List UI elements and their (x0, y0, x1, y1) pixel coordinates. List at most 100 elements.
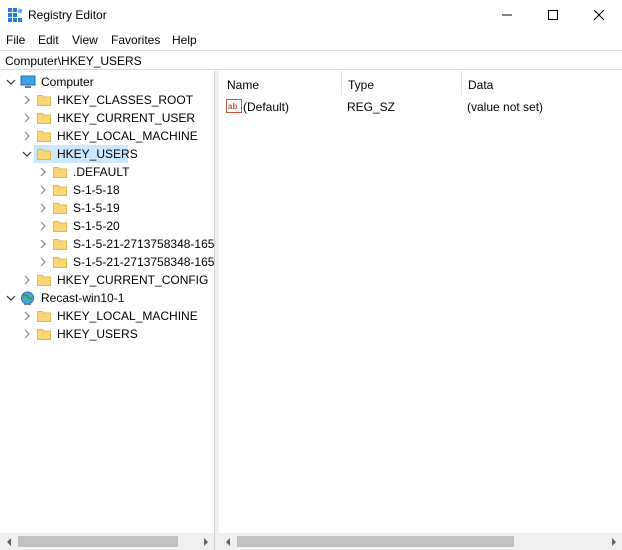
tree-label: HKEY_CLASSES_ROOT (57, 93, 194, 107)
tree-label: HKEY_LOCAL_MACHINE (57, 309, 198, 323)
chevron-down-icon[interactable] (22, 149, 32, 159)
scroll-thumb[interactable] (237, 536, 514, 547)
scroll-right-button[interactable] (197, 533, 214, 550)
tree-label: S-1-5-18 (73, 183, 120, 197)
string-value-icon: ab (226, 99, 242, 113)
menu-edit[interactable]: Edit (38, 33, 59, 47)
chevron-right-icon[interactable] (22, 311, 32, 321)
value-row[interactable]: ab (Default) REG_SZ (value not set) (219, 98, 622, 116)
computer-icon (20, 75, 36, 88)
folder-icon (37, 95, 51, 106)
title-bar: Registry Editor (0, 0, 622, 30)
address-path[interactable]: Computer\HKEY_USERS (5, 54, 142, 68)
scroll-right-icon (611, 537, 616, 546)
tree-node-remote-hku[interactable]: HKEY_USERS (0, 325, 214, 343)
column-header-type[interactable]: Type (342, 71, 462, 97)
tree-node-s-1-5-21-a[interactable]: S-1-5-21-2713758348-1654 (0, 235, 215, 253)
minimize-button[interactable] (484, 0, 530, 30)
tree-horizontal-scrollbar[interactable] (0, 533, 214, 550)
tree-label: HKEY_LOCAL_MACHINE (57, 129, 198, 143)
scroll-thumb[interactable] (18, 536, 178, 547)
column-header-data[interactable]: Data (462, 71, 622, 97)
chevron-right-icon[interactable] (38, 257, 48, 267)
maximize-button[interactable] (530, 0, 576, 30)
menu-help[interactable]: Help (172, 33, 197, 47)
tree-label: Computer (41, 75, 94, 89)
tree-label: .DEFAULT (73, 165, 130, 179)
chevron-right-icon[interactable] (22, 131, 32, 141)
values-horizontal-scrollbar[interactable] (219, 533, 622, 550)
tree-label: HKEY_USERS (57, 327, 138, 341)
chevron-right-icon[interactable] (38, 239, 48, 249)
menu-favorites[interactable]: Favorites (111, 33, 160, 47)
tree-node-s-1-5-18[interactable]: S-1-5-18 (0, 181, 214, 199)
tree-label: S-1-5-21-2713758348-1654 (73, 255, 215, 269)
tree-label: Recast-win10-1 (41, 291, 125, 305)
chevron-right-icon[interactable] (22, 113, 32, 123)
value-type: REG_SZ (347, 100, 396, 114)
folder-icon (37, 311, 51, 322)
minimize-icon (502, 14, 512, 16)
tree-label: HKEY_CURRENT_CONFIG (57, 273, 209, 287)
tree-node-computer[interactable]: Computer (0, 73, 214, 91)
folder-icon (37, 149, 51, 160)
scroll-right-icon (203, 537, 208, 546)
scroll-left-button[interactable] (219, 533, 236, 550)
value-name: (Default) (243, 100, 290, 114)
folder-icon (37, 275, 51, 286)
scroll-right-button[interactable] (605, 533, 622, 550)
tree-node-hkey-classes-root[interactable]: HKEY_CLASSES_ROOT (0, 91, 214, 109)
window-title: Registry Editor (28, 8, 107, 22)
maximize-icon (548, 10, 558, 20)
svg-text:ab: ab (228, 102, 237, 111)
scroll-left-button[interactable] (0, 533, 17, 550)
scroll-left-icon (6, 537, 11, 546)
values-pane[interactable]: Name Type Data ab (Default) REG_SZ (valu… (219, 71, 622, 550)
tree-label: HKEY_CURRENT_USER (57, 111, 196, 125)
column-data-label: Data (468, 78, 494, 92)
menu-file[interactable]: File (6, 33, 25, 47)
chevron-right-icon[interactable] (22, 275, 32, 285)
column-name-label: Name (227, 78, 260, 92)
chevron-right-icon[interactable] (38, 167, 48, 177)
registry-editor-icon (8, 8, 23, 22)
tree-node-remote-hklm[interactable]: HKEY_LOCAL_MACHINE (0, 307, 214, 325)
chevron-down-icon[interactable] (6, 293, 16, 303)
folder-icon (53, 257, 67, 268)
folder-icon (37, 113, 51, 124)
folder-icon (53, 203, 67, 214)
folder-icon (53, 239, 67, 250)
chevron-right-icon[interactable] (22, 329, 32, 339)
scroll-left-icon (225, 537, 230, 546)
tree-label: HKEY_USERS (57, 147, 138, 161)
close-button[interactable] (576, 0, 622, 30)
tree-node-default[interactable]: .DEFAULT (0, 163, 214, 181)
tree-node-hkey-users[interactable]: HKEY_USERS (0, 145, 214, 163)
column-header-name[interactable]: Name (219, 71, 341, 97)
folder-icon (53, 185, 67, 196)
tree-node-hkey-current-user[interactable]: HKEY_CURRENT_USER (0, 109, 214, 127)
chevron-right-icon[interactable] (38, 203, 48, 213)
value-data: (value not set) (467, 100, 544, 114)
chevron-right-icon[interactable] (38, 221, 48, 231)
chevron-right-icon[interactable] (22, 95, 32, 105)
tree-pane[interactable]: Computer HKEY_CLASSES_ROOT HKEY_CURRENT_… (0, 71, 215, 550)
tree-node-s-1-5-21-b[interactable]: S-1-5-21-2713758348-1654 (0, 253, 215, 271)
network-globe-icon (21, 291, 34, 305)
tree-node-hkey-local-machine[interactable]: HKEY_LOCAL_MACHINE (0, 127, 214, 145)
folder-icon (37, 131, 51, 142)
folder-icon (53, 167, 67, 178)
address-bar[interactable]: Computer\HKEY_USERS (0, 50, 622, 70)
menu-bar: File Edit View Favorites Help (0, 30, 622, 50)
tree-label: S-1-5-21-2713758348-1654 (73, 237, 215, 251)
tree-node-s-1-5-20[interactable]: S-1-5-20 (0, 217, 214, 235)
menu-view[interactable]: View (72, 33, 98, 47)
tree-node-remote-computer[interactable]: Recast-win10-1 (0, 289, 214, 307)
tree-node-hkey-current-config[interactable]: HKEY_CURRENT_CONFIG (0, 271, 214, 289)
tree-label: S-1-5-19 (73, 201, 120, 215)
column-type-label: Type (348, 78, 375, 92)
tree-node-s-1-5-19[interactable]: S-1-5-19 (0, 199, 214, 217)
close-icon (594, 10, 604, 20)
chevron-down-icon[interactable] (6, 77, 16, 87)
chevron-right-icon[interactable] (38, 185, 48, 195)
